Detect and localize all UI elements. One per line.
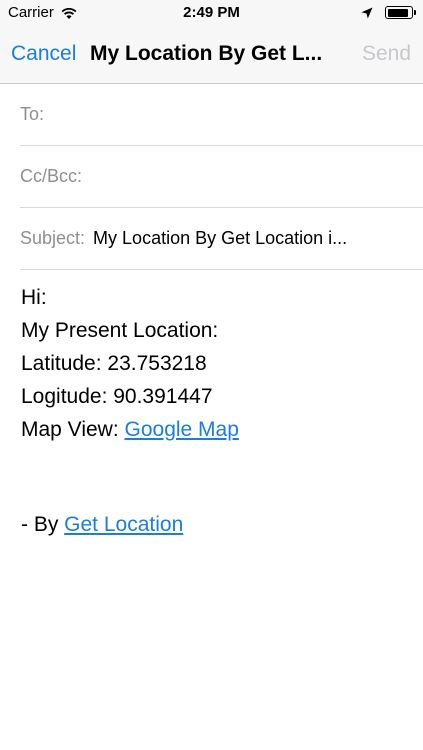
body-latitude: Latitude: 23.753218 — [21, 352, 207, 375]
status-bar: Carrier 2:49 PM — [0, 0, 423, 28]
battery-icon — [385, 6, 416, 19]
status-right — [361, 6, 416, 19]
map-prefix: Map View: — [21, 418, 125, 441]
page-title: My Location By Get L... — [90, 42, 323, 65]
cc-bcc-label: Cc/Bcc: — [20, 166, 83, 186]
navigation-bar: Cancel My Location By Get L... Send — [0, 28, 423, 84]
status-time: 2:49 PM — [183, 4, 240, 21]
cc-bcc-field[interactable]: Cc/Bcc: — [20, 146, 423, 208]
signature-prefix: - By — [21, 513, 65, 536]
body-signature: - By Get Location — [21, 508, 411, 541]
battery-fill — [387, 8, 408, 17]
location-arrow-icon — [361, 7, 373, 18]
send-button[interactable]: Send — [362, 42, 411, 66]
body-longitude: Logitude: 90.391447 — [21, 385, 213, 408]
get-location-link[interactable]: Get Location — [64, 513, 183, 536]
google-map-link[interactable]: Google Map — [125, 418, 239, 441]
message-body[interactable]: Hi: My Present Location: Latitude: 23.75… — [21, 281, 411, 541]
subject-label: Subject: — [20, 228, 86, 248]
subject-value[interactable]: My Location By Get Location i... — [93, 228, 347, 249]
subject-field[interactable]: Subject: My Location By Get Location i..… — [20, 208, 423, 270]
body-map-line: Map View: Google Map — [21, 413, 411, 446]
cancel-button[interactable]: Cancel — [11, 42, 76, 66]
to-label: To: — [20, 104, 45, 124]
to-field[interactable]: To: — [20, 84, 423, 146]
body-greeting: Hi: — [21, 286, 47, 309]
body-intro: My Present Location: — [21, 319, 219, 342]
